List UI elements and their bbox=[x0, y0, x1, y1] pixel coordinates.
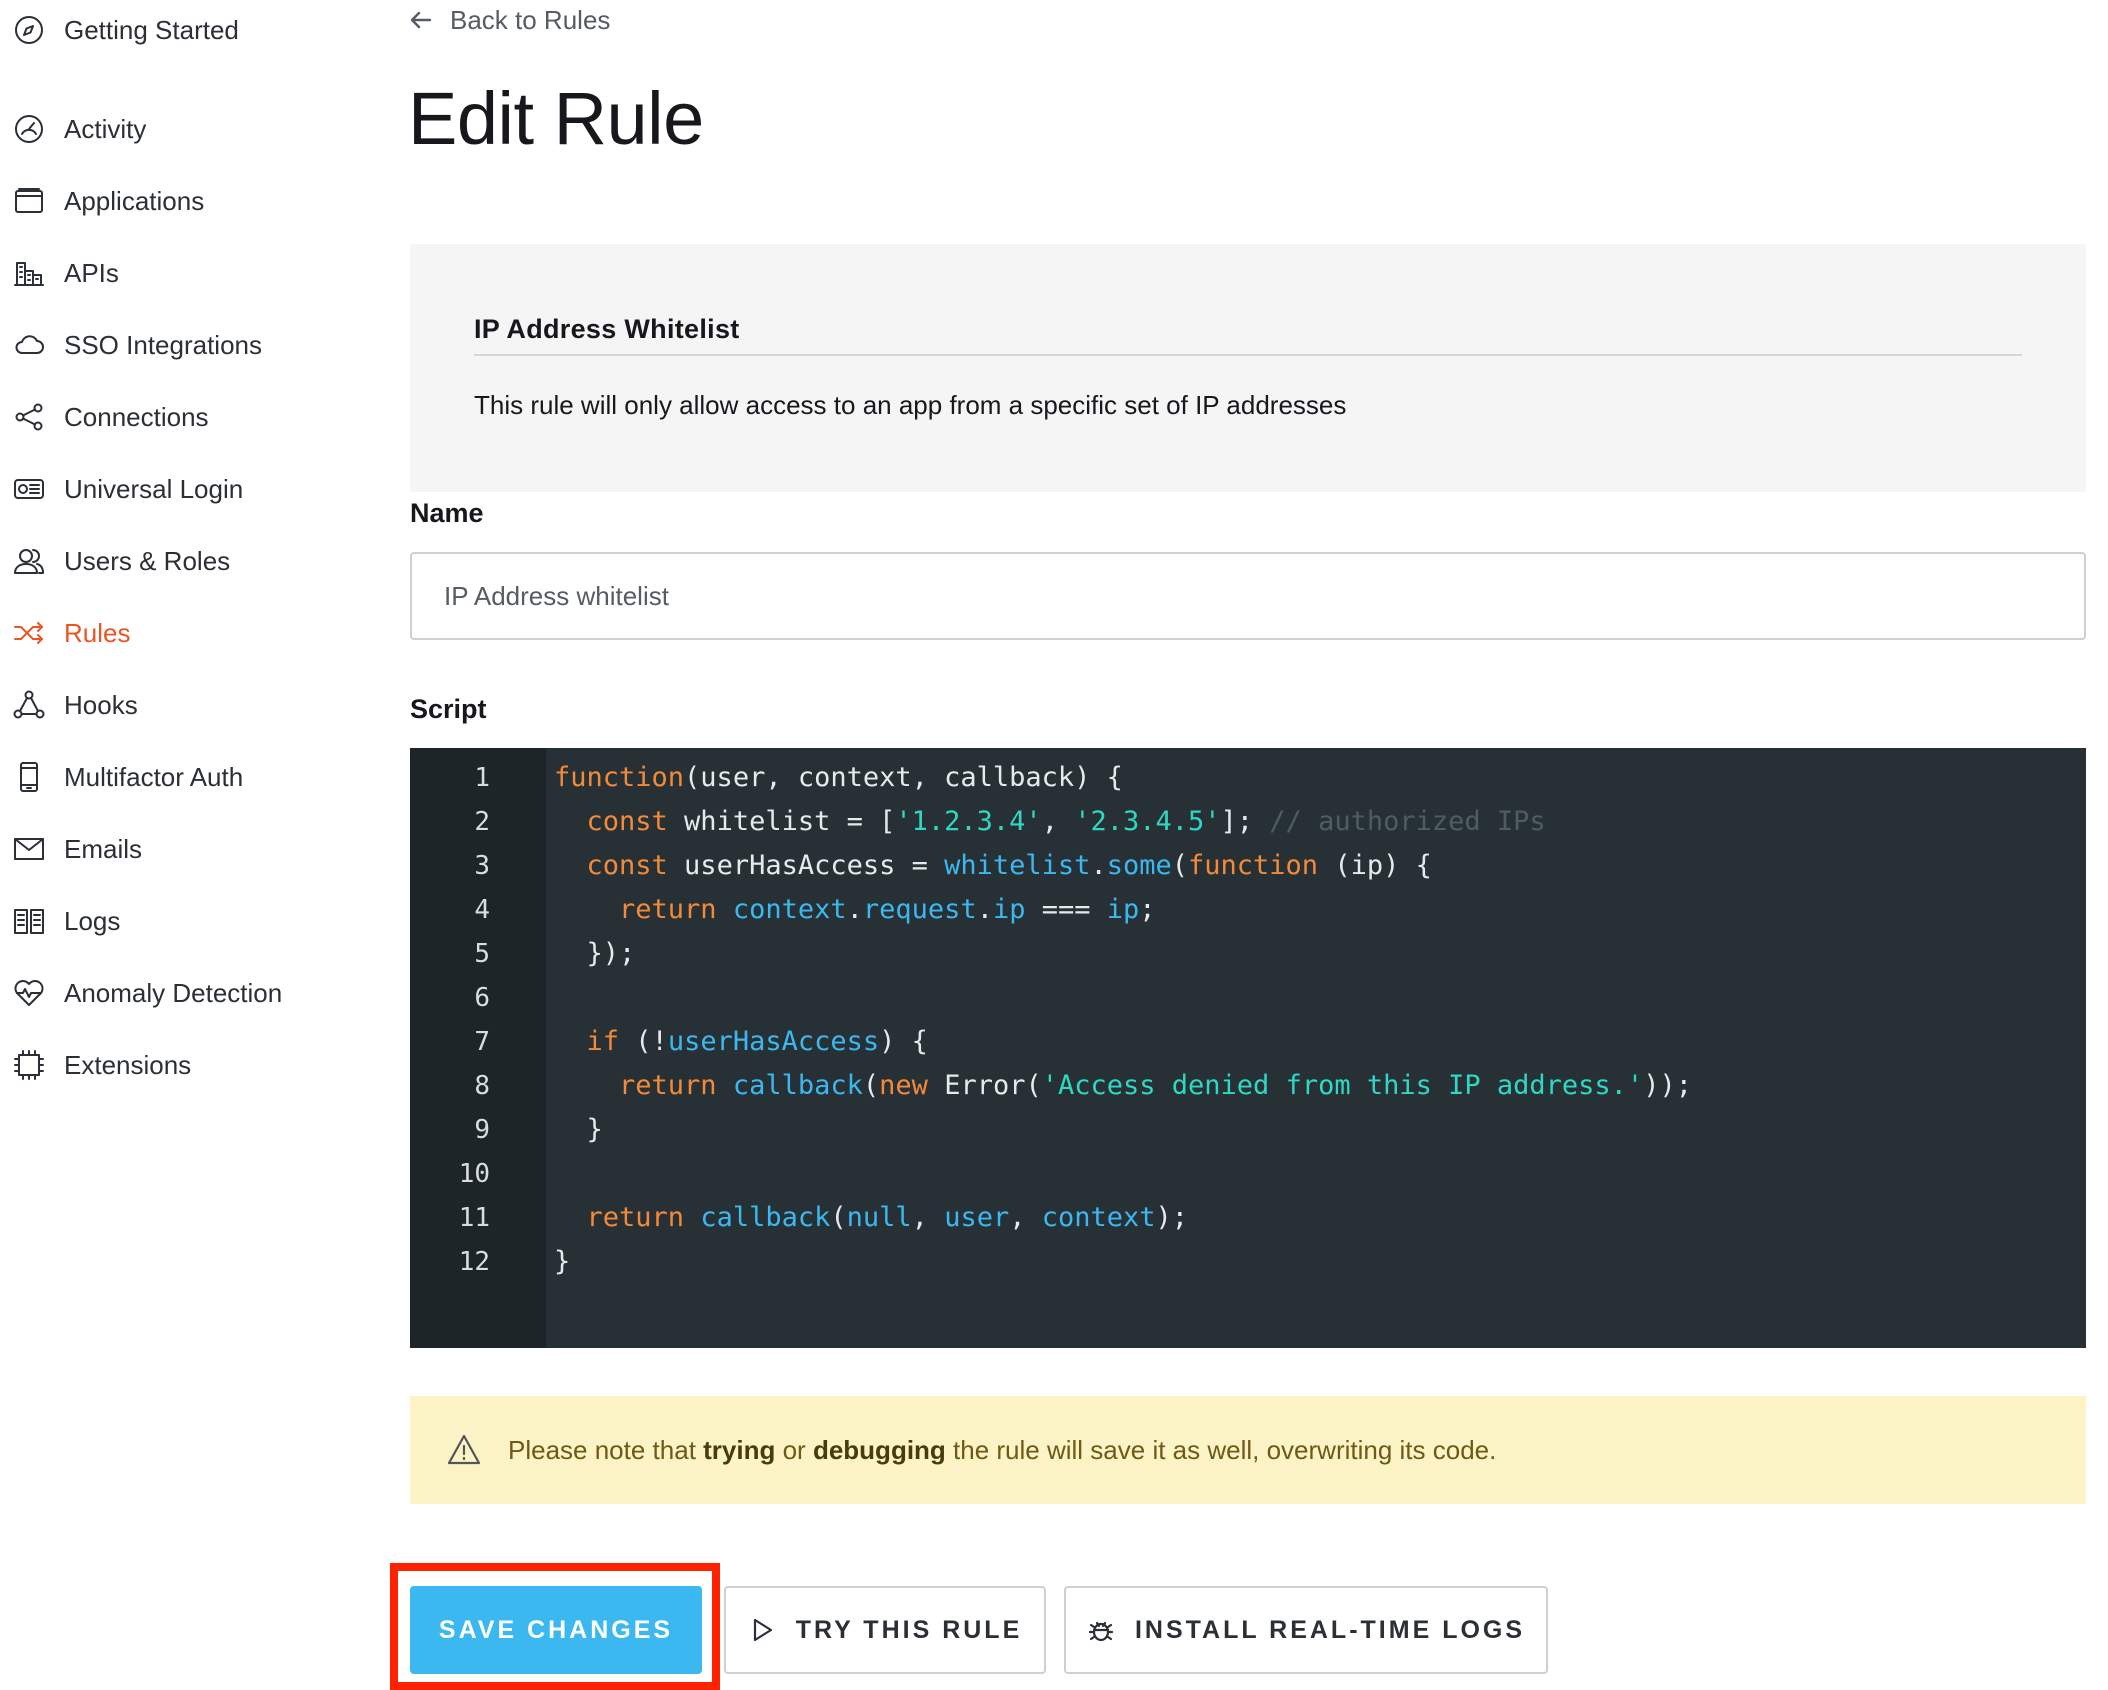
sidebar-item-label: Applications bbox=[64, 185, 205, 216]
sidebar: Getting Started Activity Applications AP… bbox=[0, 0, 380, 1690]
sidebar-item-rules[interactable]: Rules bbox=[12, 608, 130, 658]
line-number: 12 bbox=[458, 1247, 490, 1277]
sidebar-item-label: SSO Integrations bbox=[64, 329, 262, 360]
warning-notice: Please note that trying or debugging the… bbox=[410, 1396, 2086, 1504]
rule-info-panel: IP Address Whitelist This rule will only… bbox=[410, 244, 2086, 492]
phone-icon bbox=[12, 760, 46, 794]
code-line: if (!userHasAccess) { bbox=[586, 1026, 928, 1057]
line-number-gutter: 1 2 3 4 5 6 7 8 9 10 11 12 bbox=[410, 748, 546, 1348]
sidebar-item-activity[interactable]: Activity bbox=[12, 104, 146, 154]
sidebar-item-users-roles[interactable]: Users & Roles bbox=[12, 536, 230, 586]
line-number: 3 bbox=[474, 851, 490, 881]
line-number: 5 bbox=[474, 939, 490, 969]
sidebar-item-label: Multifactor Auth bbox=[64, 761, 244, 792]
users-icon bbox=[12, 544, 46, 578]
try-this-rule-button[interactable]: TRY THIS RULE bbox=[724, 1586, 1046, 1674]
sidebar-item-hooks[interactable]: Hooks bbox=[12, 680, 138, 730]
gauge-icon bbox=[12, 112, 46, 146]
compass-icon bbox=[12, 13, 46, 47]
sidebar-item-getting-started[interactable]: Getting Started bbox=[12, 5, 239, 55]
sidebar-item-label: Universal Login bbox=[64, 473, 244, 504]
sidebar-item-emails[interactable]: Emails bbox=[12, 824, 142, 874]
code-line: function(user, context, callback) { bbox=[554, 762, 1123, 793]
warning-triangle-icon bbox=[447, 1434, 481, 1465]
sidebar-item-label: Activity bbox=[64, 113, 147, 144]
notice-text: Please note that trying or debugging the… bbox=[508, 1434, 1497, 1465]
code-editor[interactable]: 1 2 3 4 5 6 7 8 9 10 11 12 function(user… bbox=[410, 748, 2086, 1348]
install-real-time-logs-button[interactable]: INSTALL REAL-TIME LOGS bbox=[1064, 1586, 1548, 1674]
code-line: const userHasAccess = whitelist.some(fun… bbox=[586, 850, 1432, 881]
chip-icon bbox=[12, 1048, 46, 1082]
code-line: return context.request.ip === ip; bbox=[619, 894, 1156, 925]
code-line: return callback(new Error('Access denied… bbox=[619, 1070, 1692, 1101]
try-button-label: TRY THIS RULE bbox=[795, 1615, 1023, 1644]
code-line: } bbox=[554, 1246, 571, 1277]
line-number: 9 bbox=[474, 1115, 490, 1145]
sidebar-item-label: Emails bbox=[64, 833, 143, 864]
divider bbox=[474, 354, 2022, 356]
login-card-icon bbox=[12, 472, 46, 506]
sidebar-item-extensions[interactable]: Extensions bbox=[12, 1040, 191, 1090]
sidebar-item-logs[interactable]: Logs bbox=[12, 896, 120, 946]
share-nodes-icon bbox=[12, 400, 46, 434]
bug-icon bbox=[1088, 1621, 1114, 1642]
line-number: 6 bbox=[474, 983, 490, 1013]
sidebar-item-label: Logs bbox=[64, 905, 121, 936]
rule-template-description: This rule will only allow access to an a… bbox=[474, 390, 1347, 420]
line-number: 8 bbox=[474, 1071, 490, 1101]
line-number: 11 bbox=[458, 1203, 490, 1233]
code-line: return callback(null, user, context); bbox=[586, 1202, 1189, 1233]
buildings-icon bbox=[12, 256, 46, 290]
line-number: 1 bbox=[474, 763, 490, 793]
cloud-icon bbox=[12, 328, 46, 362]
logs-button-label: INSTALL REAL-TIME LOGS bbox=[1134, 1615, 1526, 1644]
line-number: 7 bbox=[474, 1027, 490, 1057]
back-link-label: Back to Rules bbox=[450, 4, 611, 35]
sidebar-item-label: Hooks bbox=[64, 689, 138, 720]
rule-name-input[interactable] bbox=[410, 552, 2086, 640]
window-icon bbox=[12, 184, 46, 218]
sidebar-item-label: Extensions bbox=[64, 1049, 192, 1080]
line-number: 2 bbox=[474, 807, 490, 837]
sidebar-item-multifactor-auth[interactable]: Multifactor Auth bbox=[12, 752, 243, 802]
sidebar-item-label: Getting Started bbox=[64, 14, 239, 45]
heart-pulse-icon bbox=[12, 976, 46, 1010]
line-number: 4 bbox=[474, 895, 490, 925]
back-to-rules-link[interactable]: Back to Rules bbox=[408, 0, 610, 40]
sidebar-item-applications[interactable]: Applications bbox=[12, 176, 204, 226]
code-line: } bbox=[554, 1114, 603, 1145]
envelope-icon bbox=[12, 832, 46, 866]
play-icon bbox=[753, 1618, 772, 1642]
sidebar-item-label: Anomaly Detection bbox=[64, 977, 283, 1008]
script-label: Script bbox=[410, 694, 487, 724]
page-title: Edit Rule bbox=[408, 77, 704, 160]
shuffle-icon bbox=[12, 616, 46, 650]
sidebar-item-apis[interactable]: APIs bbox=[12, 248, 119, 298]
code-line: const whitelist = ['1.2.3.4', '2.3.4.5']… bbox=[586, 806, 1546, 837]
sidebar-item-label: Rules bbox=[64, 617, 131, 648]
sidebar-item-label: APIs bbox=[64, 257, 119, 288]
name-label: Name bbox=[410, 498, 484, 528]
save-changes-button[interactable]: SAVE CHANGES bbox=[410, 1586, 702, 1674]
sidebar-item-sso-integrations[interactable]: SSO Integrations bbox=[12, 320, 262, 370]
line-number: 10 bbox=[458, 1159, 490, 1189]
arrow-left-icon bbox=[410, 11, 432, 29]
sidebar-item-connections[interactable]: Connections bbox=[12, 392, 209, 442]
sidebar-item-label: Users & Roles bbox=[64, 545, 231, 576]
sidebar-item-label: Connections bbox=[64, 401, 209, 432]
code-line: }); bbox=[554, 938, 636, 969]
sidebar-item-anomaly-detection[interactable]: Anomaly Detection bbox=[12, 968, 282, 1018]
hooks-icon bbox=[12, 688, 46, 722]
book-icon bbox=[12, 904, 46, 938]
rule-template-title: IP Address Whitelist bbox=[474, 314, 740, 344]
sidebar-item-universal-login[interactable]: Universal Login bbox=[12, 464, 243, 514]
